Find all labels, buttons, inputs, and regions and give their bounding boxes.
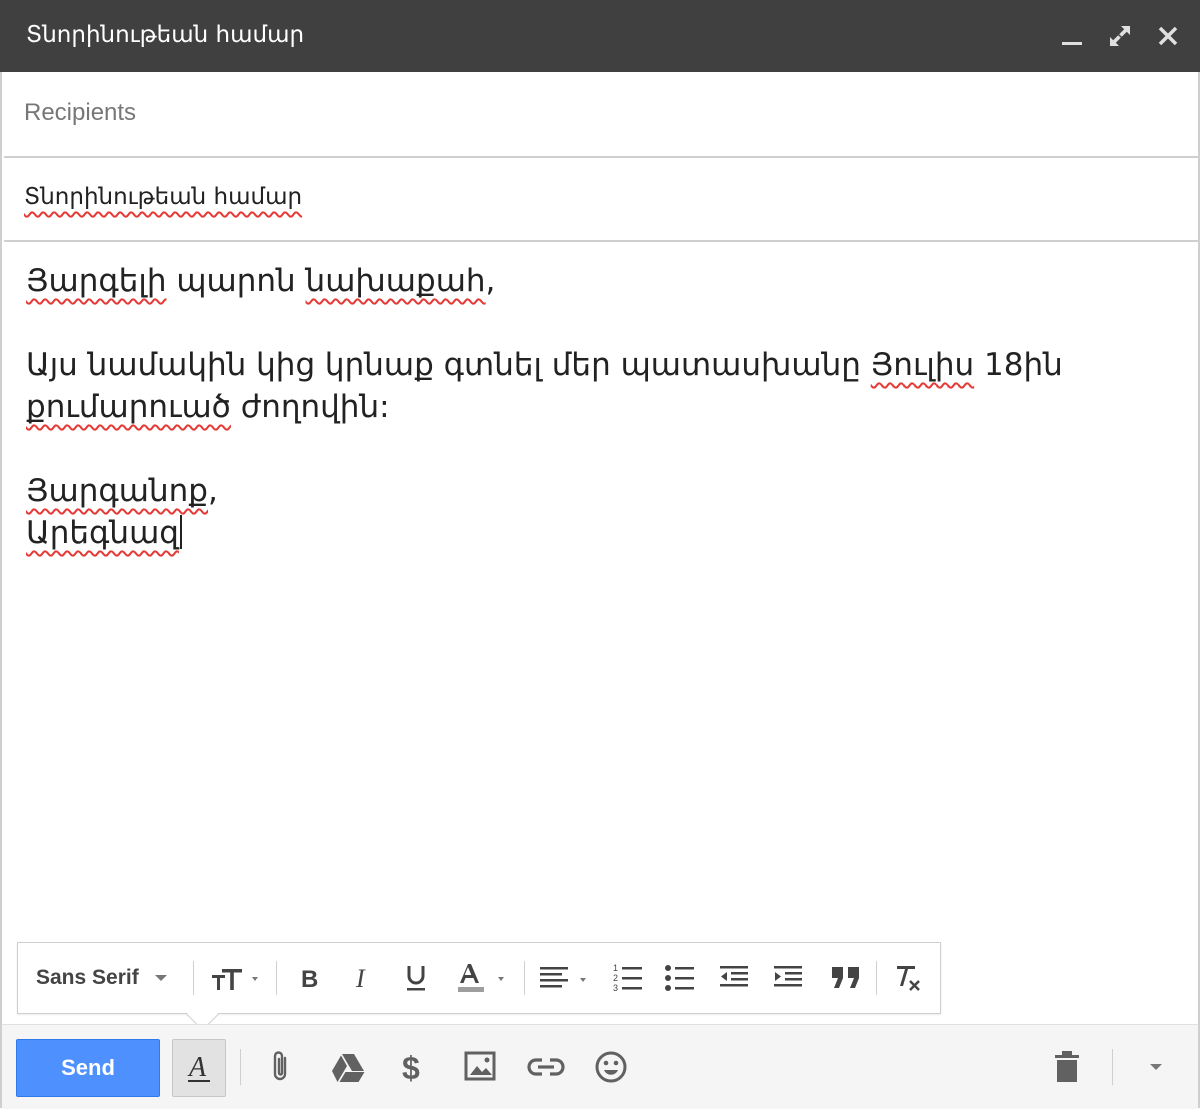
bulleted-list-icon[interactable]	[660, 943, 700, 1013]
remove-formatting-icon[interactable]	[886, 943, 930, 1013]
svg-text:1: 1	[613, 963, 618, 973]
body-text: պարոն	[166, 263, 306, 299]
chevron-down-icon	[154, 975, 167, 981]
text-size-icon[interactable]	[204, 943, 268, 1013]
body-text: 18ին	[974, 347, 1063, 383]
word-misspelled[interactable]: քումարուած	[26, 389, 231, 425]
compose-titlebar[interactable]: Տնորինութեան համար	[0, 0, 1200, 72]
minimize-icon[interactable]	[1056, 20, 1088, 52]
emoji-icon[interactable]	[588, 1039, 634, 1095]
indent-less-icon[interactable]	[714, 943, 754, 1013]
body-text: ,	[208, 473, 218, 509]
numbered-list-icon[interactable]: 1 2 3	[608, 943, 648, 1013]
subject-input[interactable]: Տնորինութեան համար	[24, 184, 302, 210]
word-misspelled[interactable]: նախաքահ	[306, 263, 486, 299]
formatting-icon[interactable]: A	[172, 1039, 226, 1097]
word-misspelled[interactable]: Յարգանոք	[26, 473, 208, 509]
svg-text:2: 2	[613, 973, 618, 983]
expand-icon[interactable]	[1104, 20, 1136, 52]
align-icon[interactable]	[536, 943, 598, 1013]
quote-icon[interactable]	[824, 943, 868, 1013]
compose-title: Տնորինութեան համար	[26, 22, 305, 48]
recipients-placeholder[interactable]: Recipients	[24, 99, 136, 127]
subject-field[interactable]: Տնորինութեան համար	[4, 158, 1198, 242]
attach-icon[interactable]	[258, 1039, 304, 1095]
body-text: ,	[485, 263, 496, 299]
body-text: Այս նամակին կից կրնաք գտնել մեր պատասխան…	[26, 347, 871, 383]
close-icon[interactable]	[1152, 20, 1184, 52]
closing-line: Յարգանոք,	[26, 470, 1166, 512]
bold-icon[interactable]: B	[290, 943, 330, 1013]
font-family-label: Sans Serif	[36, 966, 139, 989]
word-misspelled[interactable]: Արեգնազ	[26, 515, 179, 551]
compose-actionbar: Send A $	[2, 1024, 1198, 1109]
signature-line: Արեգնազ	[26, 512, 1166, 554]
svg-text:3: 3	[613, 983, 618, 993]
recipients-field[interactable]: Recipients	[4, 72, 1198, 158]
link-icon[interactable]	[522, 1039, 570, 1095]
word-misspelled[interactable]: Յուլիս	[871, 347, 974, 383]
body-text: ժողովին:	[230, 389, 390, 425]
text-caret	[179, 515, 182, 549]
send-button[interactable]: Send	[16, 1039, 160, 1097]
drive-icon[interactable]	[324, 1039, 372, 1095]
paragraph-line: քումարուած ժողովին:	[26, 386, 1166, 428]
photo-icon[interactable]	[458, 1039, 504, 1095]
greeting-line: Յարգելի պարոն նախաքահ,	[26, 260, 1166, 302]
indent-more-icon[interactable]	[768, 943, 808, 1013]
money-icon[interactable]: $	[390, 1039, 436, 1095]
svg-text:$: $	[402, 1050, 420, 1085]
svg-text:B: B	[301, 966, 318, 991]
word-misspelled[interactable]: Յարգելի	[26, 263, 167, 299]
underline-icon[interactable]	[396, 943, 436, 1013]
font-family-select[interactable]: Sans Serif	[36, 943, 196, 1013]
svg-text:A: A	[187, 1052, 207, 1083]
trash-icon[interactable]	[1044, 1039, 1090, 1095]
message-body[interactable]: Յարգելի պարոն նախաքահ, Այս նամակին կից կ…	[26, 260, 1166, 554]
italic-icon[interactable]: I	[344, 943, 384, 1013]
formatting-toolbar: Sans Serif B I 1 2 3	[17, 942, 941, 1031]
svg-text:I: I	[355, 965, 366, 991]
text-color-icon[interactable]	[450, 943, 520, 1013]
more-options-icon[interactable]	[1138, 1039, 1174, 1095]
paragraph-line: Այս նամակին կից կրնաք գտնել մեր պատասխան…	[26, 344, 1166, 386]
